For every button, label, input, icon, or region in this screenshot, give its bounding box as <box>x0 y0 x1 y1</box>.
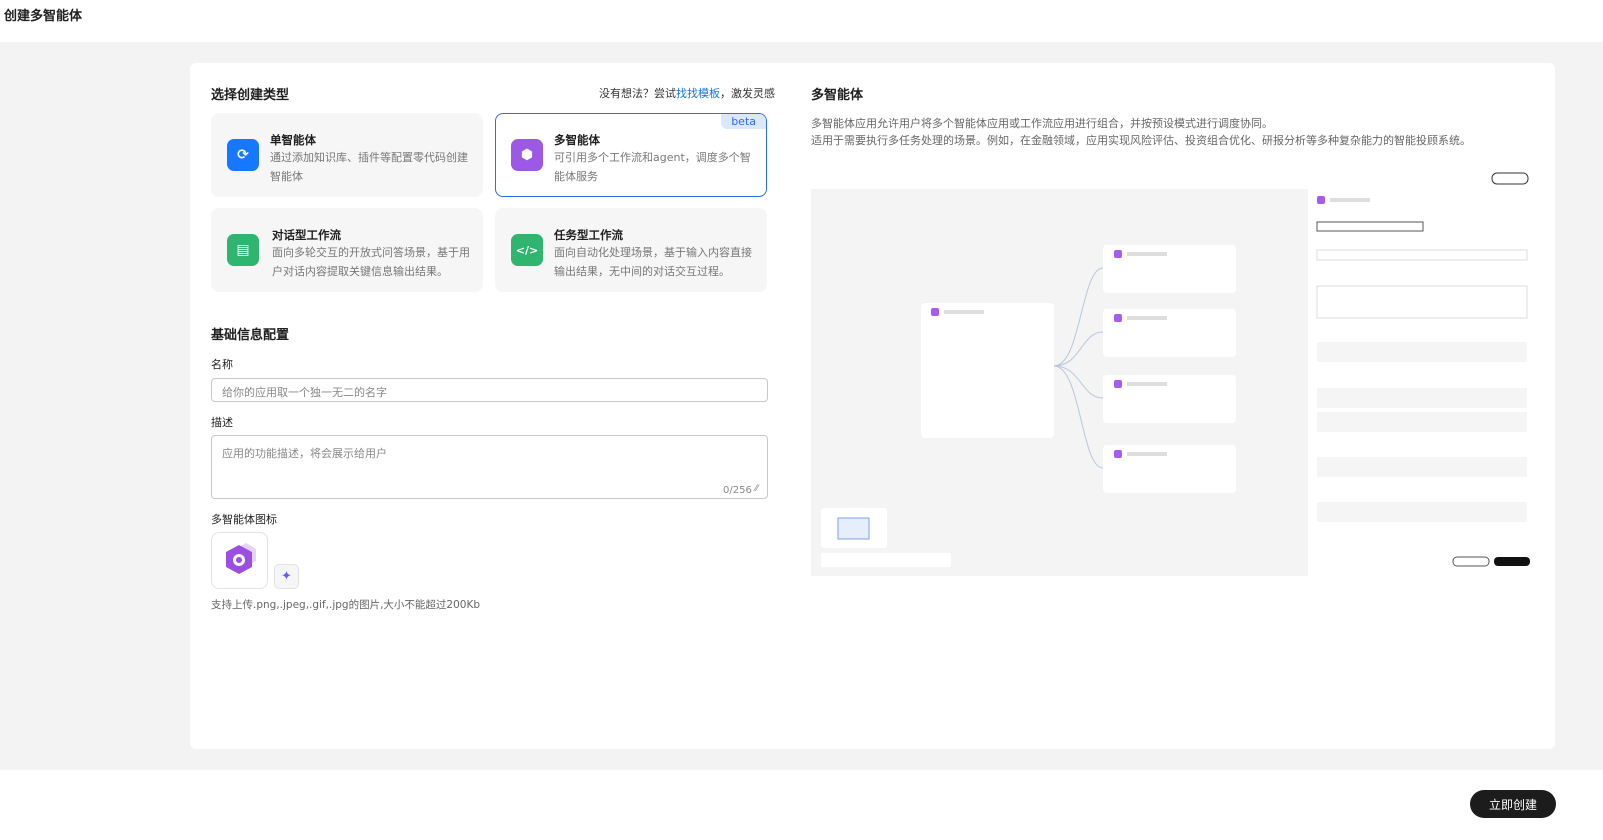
page-title: 创建多智能体 <box>4 9 83 24</box>
section-title-basic: 基础信息配置 <box>211 328 290 343</box>
preview-title: 多智能体 <box>811 88 864 103</box>
footer <box>0 770 1603 840</box>
agent-icon-upload[interactable] <box>211 532 268 589</box>
type-card-single-agent[interactable]: ⟳ 单智能体 通过添加知识库、插件等配置零代码创建智能体 <box>211 113 483 197</box>
type-desc: 面向自动化处理场景，基于输入内容直接输出结果，无中间的对话交互过程。 <box>554 246 752 278</box>
type-card-chat-workflow[interactable]: ▤ 对话型工作流 面向多轮交互的开放式问答场景，基于用户对话内容提取关键信息输出… <box>211 208 483 292</box>
desc-label: 描述 <box>211 416 233 429</box>
create-now-button[interactable]: 立即创建 <box>1470 790 1556 818</box>
beta-badge: beta <box>721 114 766 129</box>
template-hint: 没有想法？尝试找找模板，激发灵感 <box>599 85 775 101</box>
type-name: 单智能体 <box>270 133 316 147</box>
type-card-task-workflow[interactable]: </> 任务型工作流 面向自动化处理场景，基于输入内容直接输出结果，无中间的对话… <box>495 208 767 292</box>
desc-textarea[interactable]: 应用的功能描述，将会展示给用户 <box>211 435 768 499</box>
header: 创建多智能体 <box>0 0 1603 42</box>
resize-handle-icon[interactable]: ⁄⁄ <box>755 484 758 494</box>
preview-desc-2: 适用于需要执行多任务处理的场景。例如，在金融领域，应用实现风险评估、投资组合优化… <box>811 134 1471 147</box>
multi-agent-icon: ⬢ <box>511 139 543 171</box>
code-workflow-icon: </> <box>511 234 543 266</box>
name-label: 名称 <box>211 358 233 371</box>
desc-counter: 0/256 <box>723 485 752 496</box>
chat-workflow-icon: ▤ <box>227 234 259 266</box>
type-name: 任务型工作流 <box>554 228 623 242</box>
type-name: 多智能体 <box>554 133 600 147</box>
ai-generate-icon-button[interactable]: ✦ <box>274 564 299 589</box>
hint-prefix: 没有想法？尝试 <box>599 87 676 100</box>
type-desc: 可引用多个工作流和agent，调度多个智能体服务 <box>554 151 751 183</box>
preview-screenshot-image <box>811 165 1535 576</box>
icon-hint: 支持上传.png,.jpeg,.gif,.jpg的图片,大小不能超过200Kb <box>211 599 481 611</box>
type-name: 对话型工作流 <box>272 228 341 242</box>
preview-desc-1: 多智能体应用允许用户将多个智能体应用或工作流应用进行组合，并按预设模式进行调度协… <box>811 117 1273 130</box>
single-agent-icon: ⟳ <box>227 139 259 171</box>
section-title-type: 选择创建类型 <box>211 88 290 103</box>
icon-label: 多智能体图标 <box>211 513 277 526</box>
name-input[interactable]: 给你的应用取一个独一无二的名字 <box>211 378 768 402</box>
type-desc: 面向多轮交互的开放式问答场景，基于用户对话内容提取关键信息输出结果。 <box>272 246 470 278</box>
type-desc: 通过添加知识库、插件等配置零代码创建智能体 <box>270 151 468 183</box>
hint-suffix: ，激发灵感 <box>720 87 775 100</box>
type-card-multi-agent[interactable]: ⬢ 多智能体 可引用多个工作流和agent，调度多个智能体服务 beta <box>495 113 767 197</box>
find-template-link[interactable]: 找找模板 <box>676 87 720 100</box>
agent-hexagon-icon <box>226 543 256 574</box>
